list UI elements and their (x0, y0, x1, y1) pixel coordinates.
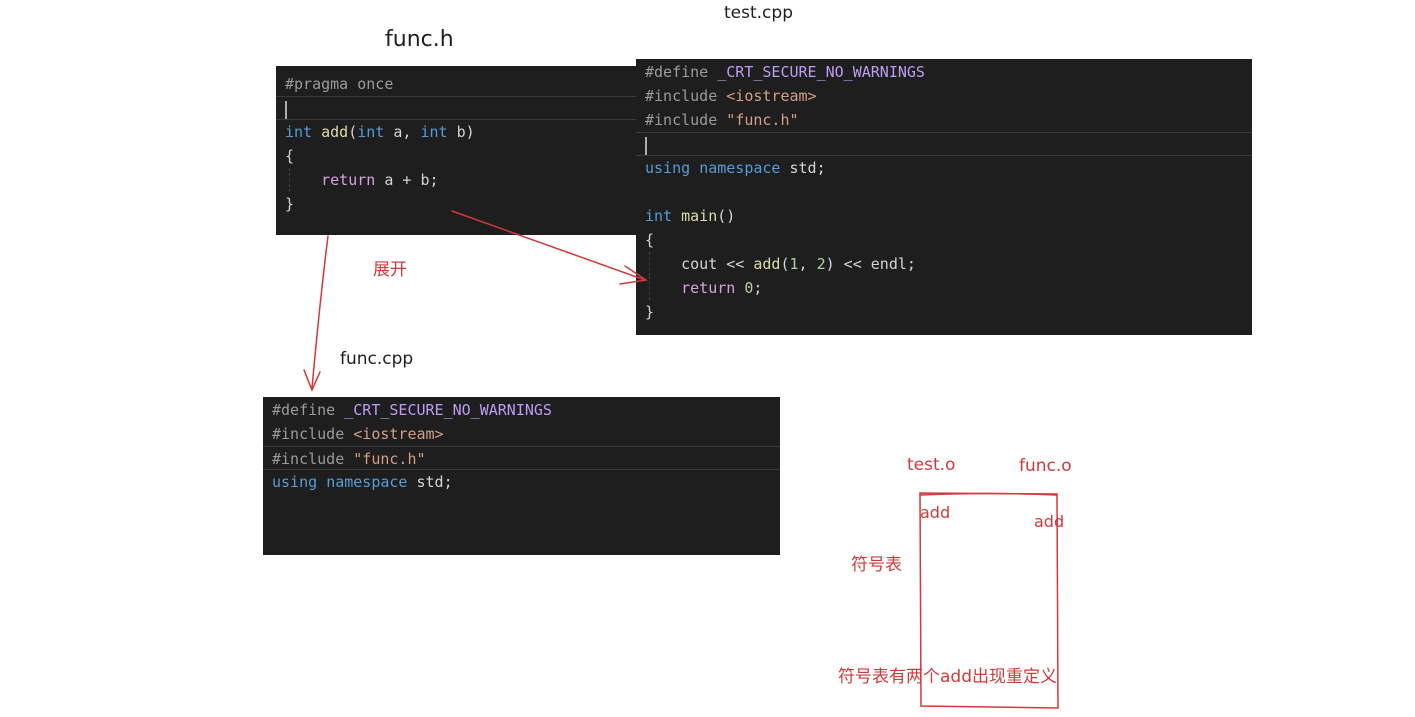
expand-arrow-right (451, 210, 646, 281)
label-test-o: test.o (907, 455, 956, 475)
label-add-test-o: add (920, 503, 951, 522)
label-func-o: func.o (1019, 456, 1072, 476)
box-top-stroke (919, 492, 1057, 496)
annotation-layer (303, 210, 1059, 709)
label-redefinition-note: 符号表有两个add出现重定义 (838, 667, 1057, 687)
label-symbol-table: 符号表 (851, 555, 902, 575)
label-add-func-o: add (1034, 512, 1065, 531)
expand-arrow-down (311, 235, 329, 389)
label-expand: 展开 (373, 260, 407, 280)
